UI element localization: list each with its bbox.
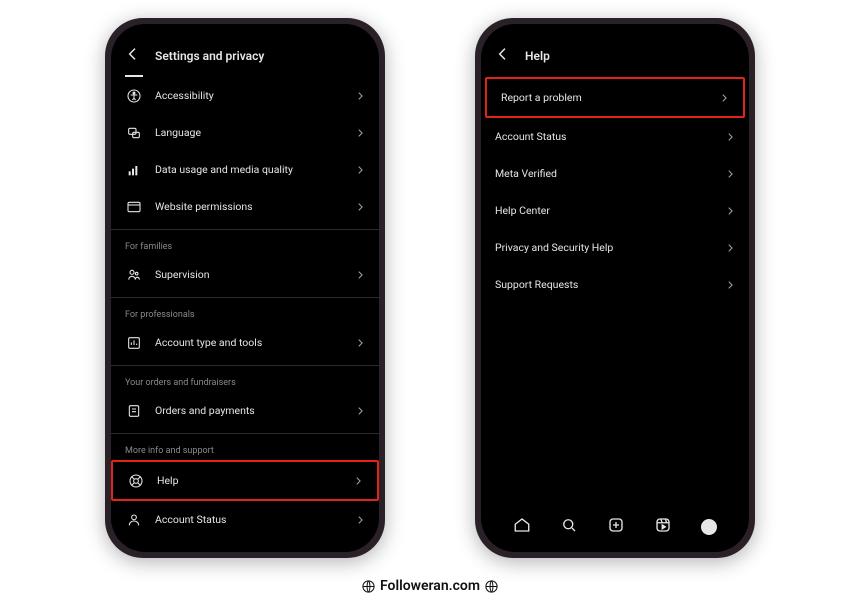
section-header-orders: Your orders and fundraisers: [111, 365, 379, 392]
chevron-right-icon: [725, 164, 735, 183]
data-bars-icon: [125, 161, 143, 179]
page-title: Help: [525, 49, 550, 63]
row-label: Support Requests: [495, 278, 713, 291]
search-icon[interactable]: [560, 516, 578, 538]
row-label: Website permissions: [155, 200, 343, 213]
chevron-right-icon: [355, 401, 365, 420]
phone-mockup-right: Help Report a problem Account Status Met…: [475, 18, 755, 558]
row-label: Supervision: [155, 268, 343, 281]
row-label: Privacy and Security Help: [495, 241, 713, 254]
section-header-support: More info and support: [111, 433, 379, 460]
chevron-right-icon: [725, 201, 735, 220]
row-privacy-security-help[interactable]: Privacy and Security Help: [481, 229, 749, 266]
orders-icon: [125, 402, 143, 420]
account-tools-icon: [125, 334, 143, 352]
phone-mockup-left: Settings and privacy Accessibility Langu: [105, 18, 385, 558]
supervision-icon: [125, 266, 143, 284]
row-account-status[interactable]: Account Status: [111, 501, 379, 538]
header-settings: Settings and privacy: [111, 24, 379, 73]
row-data-usage[interactable]: Data usage and media quality: [111, 151, 379, 188]
row-label: About: [155, 550, 343, 552]
row-label: Help Center: [495, 204, 713, 217]
chevron-right-icon: [725, 238, 735, 257]
settings-list: Accessibility Language Data usage and me…: [111, 77, 379, 552]
row-about[interactable]: About: [111, 538, 379, 552]
row-accessibility[interactable]: Accessibility: [111, 77, 379, 114]
chevron-right-icon: [355, 510, 365, 529]
row-label: Meta Verified: [495, 167, 713, 180]
reels-icon[interactable]: [654, 516, 672, 538]
account-status-icon: [125, 511, 143, 529]
row-label: Account Status: [495, 130, 713, 143]
row-help-center[interactable]: Help Center: [481, 192, 749, 229]
language-icon: [125, 124, 143, 142]
help-list: Report a problem Account Status Meta Ver…: [481, 73, 749, 506]
row-label: Account Status: [155, 513, 343, 526]
row-account-status-help[interactable]: Account Status: [481, 118, 749, 155]
back-arrow-icon[interactable]: [495, 46, 511, 65]
row-label: Accessibility: [155, 89, 343, 102]
chevron-right-icon: [355, 123, 365, 142]
chevron-right-icon: [355, 86, 365, 105]
about-icon: [125, 548, 143, 553]
row-account-type-tools[interactable]: Account type and tools: [111, 324, 379, 361]
chevron-right-icon: [355, 160, 365, 179]
home-icon[interactable]: [513, 516, 531, 538]
section-header-professionals: For professionals: [111, 297, 379, 324]
row-orders-payments[interactable]: Orders and payments: [111, 392, 379, 429]
bottom-nav: [481, 506, 749, 552]
profile-icon[interactable]: [701, 519, 717, 535]
chevron-right-icon: [353, 471, 363, 490]
chevron-right-icon: [725, 127, 735, 146]
row-meta-verified[interactable]: Meta Verified: [481, 155, 749, 192]
watermark-text: Followeran.com: [380, 578, 480, 594]
row-label: Account type and tools: [155, 336, 343, 349]
section-header-families: For families: [111, 229, 379, 256]
row-label: Orders and payments: [155, 404, 343, 417]
globe-icon: [484, 579, 499, 594]
accessibility-icon: [125, 87, 143, 105]
new-post-icon[interactable]: [607, 516, 625, 538]
screen-left: Settings and privacy Accessibility Langu: [111, 24, 379, 552]
row-report-problem[interactable]: Report a problem: [485, 77, 745, 118]
row-label: Help: [157, 474, 341, 487]
row-language[interactable]: Language: [111, 114, 379, 151]
back-arrow-icon[interactable]: [125, 46, 141, 65]
screen-right: Help Report a problem Account Status Met…: [481, 24, 749, 552]
chevron-right-icon: [725, 275, 735, 294]
chevron-right-icon: [355, 265, 365, 284]
website-icon: [125, 198, 143, 216]
chevron-right-icon: [719, 88, 729, 107]
watermark: Followeran.com: [0, 578, 860, 594]
row-label: Data usage and media quality: [155, 163, 343, 176]
page-title: Settings and privacy: [155, 49, 264, 63]
row-supervision[interactable]: Supervision: [111, 256, 379, 293]
row-label: Language: [155, 126, 343, 139]
row-help[interactable]: Help: [111, 460, 379, 501]
chevron-right-icon: [355, 197, 365, 216]
row-label: Report a problem: [501, 91, 707, 104]
row-website-permissions[interactable]: Website permissions: [111, 188, 379, 225]
header-help: Help: [481, 24, 749, 73]
chevron-right-icon: [355, 333, 365, 352]
chevron-right-icon: [355, 547, 365, 552]
globe-icon: [361, 579, 376, 594]
help-icon: [127, 472, 145, 490]
row-support-requests[interactable]: Support Requests: [481, 266, 749, 303]
